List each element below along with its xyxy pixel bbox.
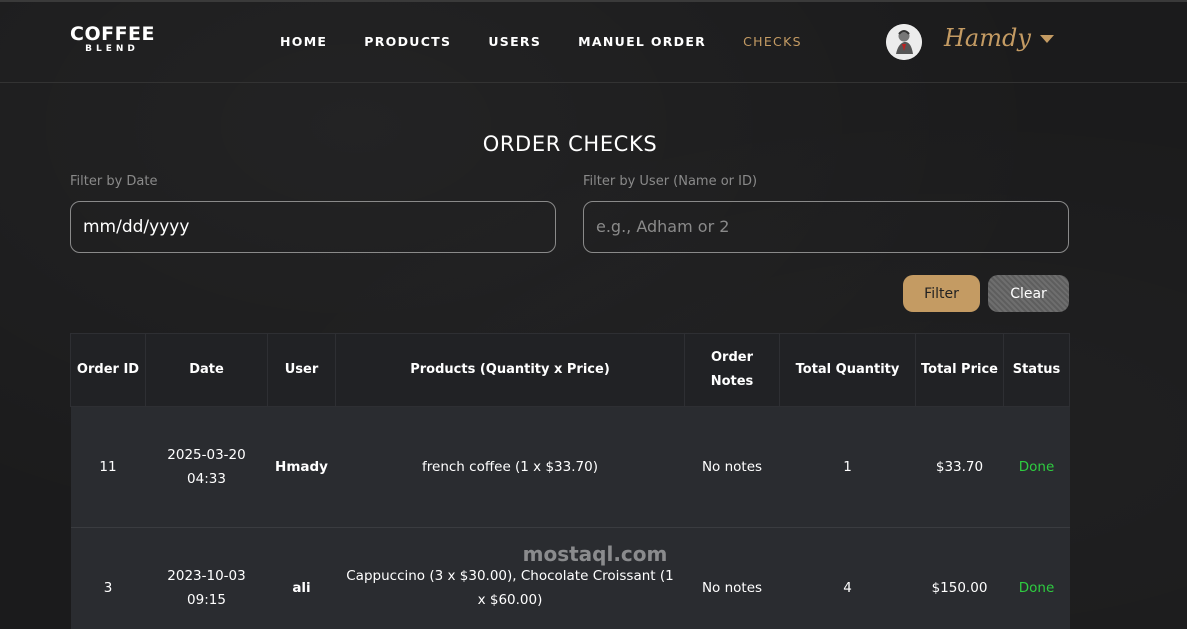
avatar-image (886, 24, 922, 60)
logo-sub-text: BLEND (85, 44, 139, 54)
user-cell: ali (267, 527, 336, 629)
header-order-id[interactable]: Order ID (70, 333, 146, 407)
date-filter-input[interactable] (70, 201, 556, 253)
logo[interactable]: COFFEE BLEND (70, 23, 156, 55)
time-text: 09:15 (187, 592, 226, 608)
header-total-price[interactable]: Total Price (915, 333, 1004, 407)
date-text: 2023-10-03 (167, 568, 246, 584)
navbar: COFFEE BLEND HOME PRODUCTS USERS MANUEL … (0, 2, 1187, 83)
user-name[interactable]: Hamdy (944, 24, 1031, 52)
products-cell: Cappuccino (3 x $30.00), Chocolate Crois… (335, 527, 685, 629)
user-filter-input[interactable] (583, 201, 1069, 253)
clear-button[interactable]: Clear (988, 275, 1069, 312)
price-cell: $150.00 (915, 527, 1004, 629)
page-title: ORDER CHECKS (482, 132, 658, 157)
time-text: 04:33 (187, 471, 226, 487)
header-date[interactable]: Date (145, 333, 268, 407)
chevron-down-icon[interactable] (1040, 35, 1054, 43)
products-cell: french coffee (1 x $33.70) (335, 406, 685, 528)
avatar[interactable] (886, 24, 922, 60)
nav-products[interactable]: PRODUCTS (364, 34, 451, 49)
status-badge: Done (1003, 527, 1070, 629)
quantity-cell: 4 (779, 527, 916, 629)
date-text: 2025-03-20 (167, 447, 246, 463)
nav-checks[interactable]: CHECKS (743, 34, 802, 49)
date-cell: 2023-10-03 09:15 (145, 527, 268, 629)
header-user[interactable]: User (267, 333, 336, 407)
table-header-row: Order ID Date User Products (Quantity x … (70, 333, 1070, 407)
user-cell: Hmady (267, 406, 336, 528)
header-order-notes[interactable]: Order Notes (684, 333, 780, 407)
header-status[interactable]: Status (1003, 333, 1070, 407)
order-id-cell: 3 (70, 527, 146, 629)
page: COFFEE BLEND HOME PRODUCTS USERS MANUEL … (0, 0, 1187, 629)
notes-cell: No notes (684, 527, 780, 629)
date-filter-label: Filter by Date (70, 174, 158, 189)
quantity-cell: 1 (779, 406, 916, 528)
filter-button[interactable]: Filter (903, 275, 980, 312)
table-row[interactable]: 3 2023-10-03 09:15 ali Cappuccino (3 x $3… (70, 527, 1070, 629)
price-cell: $33.70 (915, 406, 1004, 528)
date-cell: 2025-03-20 04:33 (145, 406, 268, 528)
logo-main-text: COFFEE (70, 23, 156, 45)
user-filter-label: Filter by User (Name or ID) (583, 174, 758, 189)
checks-table: Order ID Date User Products (Quantity x … (70, 333, 1070, 629)
notes-cell: No notes (684, 406, 780, 528)
header-products[interactable]: Products (Quantity x Price) (335, 333, 685, 407)
nav-home[interactable]: HOME (280, 34, 327, 49)
nav-users[interactable]: USERS (488, 34, 541, 49)
table-row[interactable]: 11 2025-03-20 04:33 Hmady french coffee (… (70, 406, 1070, 528)
header-total-quantity[interactable]: Total Quantity (779, 333, 916, 407)
nav-manuel-order[interactable]: MANUEL ORDER (578, 34, 706, 49)
status-badge: Done (1003, 406, 1070, 528)
order-id-cell: 11 (70, 406, 146, 528)
main-nav: HOME PRODUCTS USERS MANUEL ORDER CHECKS (280, 34, 802, 49)
